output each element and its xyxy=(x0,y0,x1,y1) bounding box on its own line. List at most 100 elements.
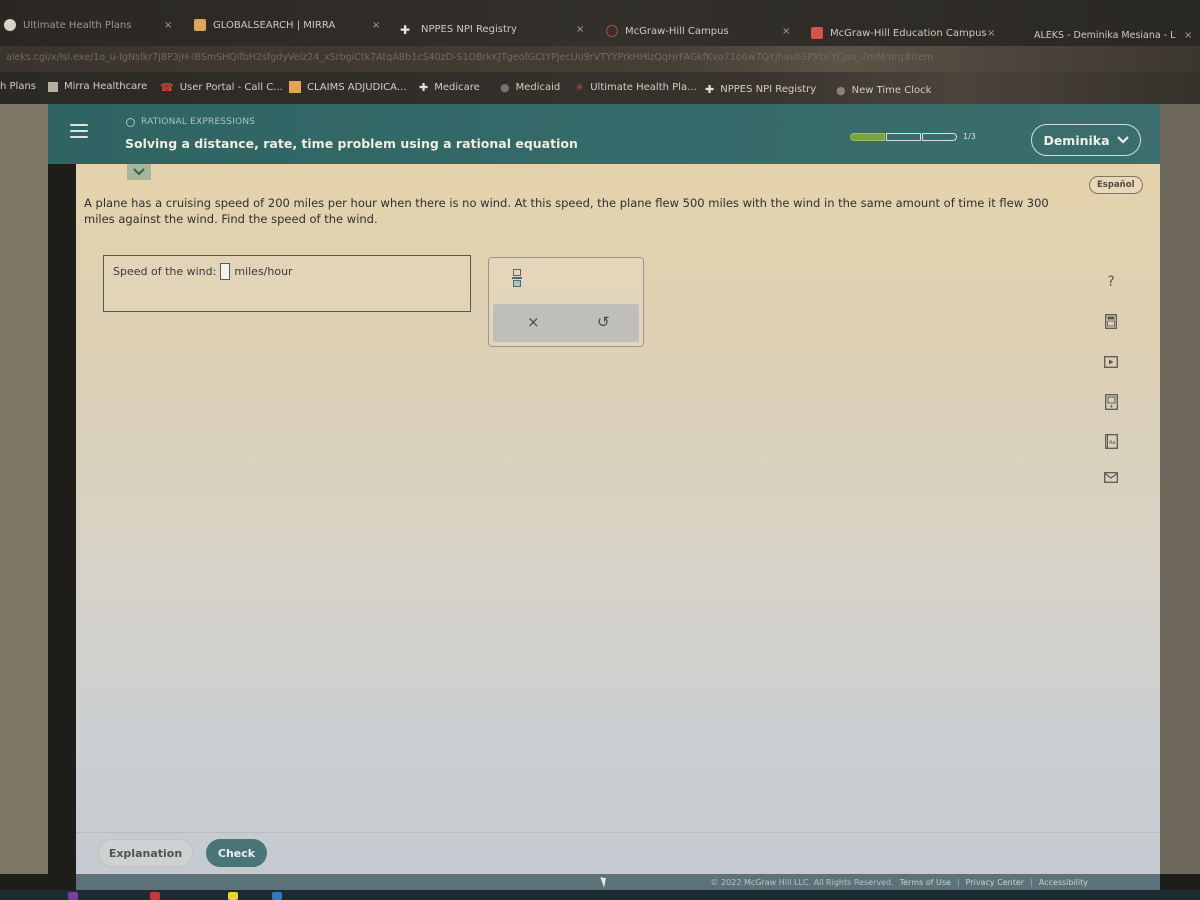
bookmark-health-plans[interactable]: h Plans xyxy=(0,81,36,92)
tab-label: GLOBALSEARCH | MIRRA xyxy=(213,19,336,31)
wind-speed-input[interactable] xyxy=(220,263,231,280)
dictionary-button[interactable]: Aa xyxy=(1096,434,1126,449)
help-button[interactable]: ? xyxy=(1096,274,1126,290)
mcgraw-campus-favicon xyxy=(606,25,618,37)
bookmark-claims-adjudication[interactable]: CLAIMS ADJUDICA... xyxy=(289,81,406,93)
claims-icon xyxy=(289,81,301,93)
taskbar-app-icon[interactable] xyxy=(228,892,238,900)
topic-label: RATIONAL EXPRESSIONS xyxy=(126,117,255,127)
globe-icon: ● xyxy=(836,84,846,97)
espanol-button[interactable]: Español xyxy=(1089,176,1143,194)
taskbar-app-icon[interactable] xyxy=(68,892,78,900)
chevron-down-icon xyxy=(1116,134,1129,147)
footer-separator: | xyxy=(956,877,960,887)
mirra-favicon xyxy=(194,19,206,31)
privacy-center-link[interactable]: Privacy Center xyxy=(966,878,1024,887)
progress-segment xyxy=(850,132,885,141)
tab-close-icon[interactable]: × xyxy=(1184,30,1192,41)
collapse-header-button[interactable] xyxy=(127,164,151,180)
ebook-button[interactable] xyxy=(1096,394,1126,410)
ebook-icon xyxy=(1104,394,1118,410)
right-margin xyxy=(1160,104,1200,874)
bookmark-label: New Time Clock xyxy=(851,85,932,96)
topic-text: RATIONAL EXPRESSIONS xyxy=(141,117,256,127)
user-name: Deminika xyxy=(1043,132,1110,148)
problem-statement: A plane has a cruising speed of 200 mile… xyxy=(84,196,1049,226)
tab-close-icon[interactable]: × xyxy=(576,24,584,35)
dictionary-icon: Aa xyxy=(1104,434,1118,449)
bookmark-label: Ultimate Health Pla... xyxy=(590,82,697,93)
tab-mcgraw-hill-education-campus[interactable]: McGraw-Hill Education Campus × xyxy=(811,22,995,44)
bookmarks-bar: h Plans Mirra Healthcare ☎ User Portal -… xyxy=(0,72,1200,104)
clear-button[interactable]: × xyxy=(527,313,540,331)
keypad-actions: × ↺ xyxy=(493,304,639,342)
tab-aleks-active[interactable]: ALEKS - Deminika Mesiana - L × xyxy=(1034,24,1192,46)
bookmark-label: Mirra Healthcare xyxy=(64,81,148,92)
ultimate-health-icon: ✳ xyxy=(575,81,585,94)
answer-line: Speed of the wind: miles/hour xyxy=(113,263,293,280)
answer-prefix: Speed of the wind: xyxy=(113,265,217,278)
bookmark-label: User Portal - Call C... xyxy=(179,82,283,93)
tab-label: Ultimate Health Plans xyxy=(23,19,132,31)
explanation-button[interactable]: Explanation xyxy=(98,839,193,867)
calculator-button[interactable] xyxy=(1096,314,1126,329)
message-button[interactable] xyxy=(1096,472,1126,483)
tab-label: McGraw-Hill Education Campus xyxy=(830,27,987,39)
ultimate-health-favicon xyxy=(4,19,16,31)
bookmark-new-time-clock[interactable]: ● New Time Clock xyxy=(836,84,931,97)
tab-mcgraw-hill-campus[interactable]: McGraw-Hill Campus × xyxy=(606,20,790,42)
caduceus-icon: ✚ xyxy=(419,81,429,94)
nppes-favicon: ✚ xyxy=(400,23,411,37)
tab-label: McGraw-Hill Campus xyxy=(625,25,729,37)
progress-segment xyxy=(886,132,921,141)
tab-globalsearch-mirra[interactable]: GLOBALSEARCH | MIRRA × xyxy=(194,14,380,36)
bookmark-label: h Plans xyxy=(0,81,37,92)
taskbar-app-icon[interactable] xyxy=(272,892,282,900)
bookmark-medicaid[interactable]: ● Medicaid xyxy=(500,81,560,94)
tab-close-icon[interactable]: × xyxy=(782,26,790,37)
undo-button[interactable]: ↺ xyxy=(597,313,610,331)
tab-nppes-npi-registry[interactable]: ✚ NPPES NPI Registry × xyxy=(400,18,584,40)
page-footer: © 2022 McGraw Hill LLC. All Rights Reser… xyxy=(76,874,1160,890)
bookmark-mirra-healthcare[interactable]: Mirra Healthcare xyxy=(48,81,147,92)
footer-separator: | xyxy=(1030,877,1033,887)
address-bar[interactable]: aleks.cgi/x/Isl.exe/1o_u-IgNslkr7j8P3jH-… xyxy=(0,46,1200,72)
left-margin xyxy=(0,104,48,874)
lesson-title: Solving a distance, rate, time problem u… xyxy=(125,136,578,151)
problem-content-area: Español A plane has a cruising speed of … xyxy=(76,164,1160,874)
check-button[interactable]: Check xyxy=(206,839,267,867)
os-taskbar xyxy=(0,890,1200,900)
user-menu-button[interactable]: Deminika xyxy=(1031,124,1141,156)
mcgraw-education-favicon xyxy=(811,27,823,39)
tab-close-icon[interactable]: × xyxy=(164,20,172,31)
hamburger-menu-icon[interactable] xyxy=(70,124,88,138)
fraction-button[interactable] xyxy=(509,266,525,290)
taskbar-app-icon[interactable] xyxy=(150,892,160,900)
progress-indicator: 1/3 xyxy=(850,132,976,141)
bookmark-medicare[interactable]: ✚ Medicare xyxy=(419,81,480,94)
accessibility-link[interactable]: Accessibility xyxy=(1039,878,1088,887)
progress-segment xyxy=(922,132,957,141)
terms-of-use-link[interactable]: Terms of Use xyxy=(900,878,951,887)
bookmark-ultimate-health-plans[interactable]: ✳ Ultimate Health Pla... xyxy=(575,81,697,94)
answer-box: Speed of the wind: miles/hour xyxy=(103,255,471,312)
mirra-icon xyxy=(48,81,58,92)
bookmark-user-portal[interactable]: ☎ User Portal - Call C... xyxy=(160,81,283,94)
globe-icon: ● xyxy=(500,81,510,94)
envelope-icon xyxy=(1104,472,1118,483)
tab-ultimate-health-plans[interactable]: Ultimate Health Plans × xyxy=(4,14,172,36)
chevron-down-icon xyxy=(133,168,145,176)
bookmark-nppes-npi-registry[interactable]: ✚ NPPES NPI Registry xyxy=(705,83,816,96)
bookmark-label: Medicaid xyxy=(515,82,561,93)
tab-close-icon[interactable]: × xyxy=(987,28,995,39)
video-button[interactable] xyxy=(1096,356,1126,368)
copyright-text: © 2022 McGraw Hill LLC. All Rights Reser… xyxy=(710,877,894,887)
topic-circle-icon xyxy=(126,117,135,127)
tab-close-icon[interactable]: × xyxy=(372,20,380,31)
math-keypad: × ↺ xyxy=(488,257,644,347)
video-icon xyxy=(1104,356,1118,368)
help-icon: ? xyxy=(1107,274,1115,290)
tab-label: NPPES NPI Registry xyxy=(421,23,517,35)
bookmark-label: Medicare xyxy=(434,82,480,93)
caduceus-icon: ✚ xyxy=(705,83,715,96)
